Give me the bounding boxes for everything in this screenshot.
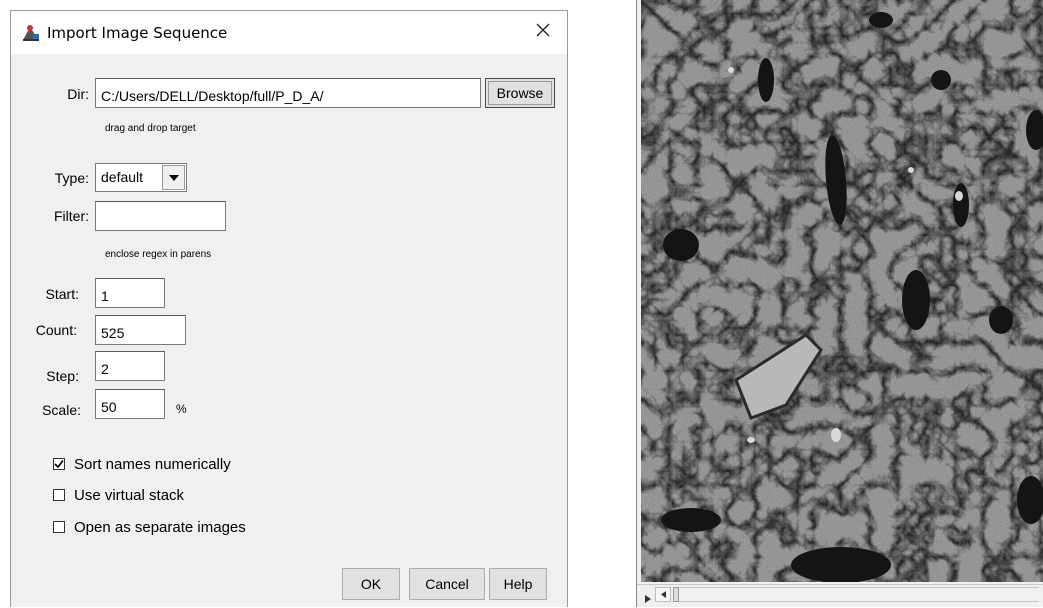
chevron-left-icon [660,591,666,598]
dialog-title: Import Image Sequence [47,24,228,42]
virtual-stack-checkbox[interactable] [53,489,65,501]
count-label: Count: [35,322,77,338]
separate-images-label: Open as separate images [74,518,246,536]
close-button[interactable] [525,17,561,47]
microscopy-image[interactable] [641,0,1043,582]
help-button[interactable]: Help [489,568,547,600]
step-label: Step: [46,368,79,384]
cancel-button[interactable]: Cancel [409,568,485,600]
horizontal-scrollbar[interactable] [637,584,1043,604]
import-image-sequence-dialog: Import Image Sequence Dir: Browse drag a… [10,10,568,607]
type-select-value: default [101,169,144,185]
image-window [636,0,1043,607]
type-select[interactable]: default [95,163,187,192]
ok-button[interactable]: OK [342,568,400,600]
filter-label: Filter: [54,208,89,224]
step-input[interactable] [95,351,165,381]
scale-unit: % [176,402,187,416]
dir-label: Dir: [67,86,89,102]
start-label: Start: [45,286,79,302]
option-virtual-stack[interactable]: Use virtual stack [53,486,184,504]
dir-input[interactable] [95,78,481,108]
option-separate-images[interactable]: Open as separate images [53,518,246,536]
imagej-app-icon [21,24,41,42]
option-sort-numerically[interactable]: Sort names numerically [53,455,231,473]
drag-drop-hint: drag and drop target [105,123,196,134]
separate-images-checkbox[interactable] [53,521,65,533]
chevron-down-icon [162,165,185,190]
browse-button[interactable]: Browse [485,78,555,108]
title-bar[interactable]: Import Image Sequence [11,11,567,54]
filter-hint: enclose regex in parens [105,249,212,260]
scroll-track[interactable] [679,587,1039,602]
start-input[interactable] [95,278,165,308]
scale-label: Scale: [42,402,81,418]
scale-input[interactable] [95,389,165,419]
type-label: Type: [54,170,89,186]
grayscale-specimen-image [641,0,1043,582]
filter-input[interactable] [95,201,226,231]
virtual-stack-label: Use virtual stack [74,486,185,504]
scroll-left-button[interactable] [655,587,671,602]
count-input[interactable] [95,315,186,345]
checkmark-icon [54,460,64,469]
sort-numerically-label: Sort names numerically [74,455,231,473]
close-icon [536,23,550,42]
sort-numerically-checkbox[interactable] [53,458,65,470]
play-icon[interactable] [645,590,651,608]
